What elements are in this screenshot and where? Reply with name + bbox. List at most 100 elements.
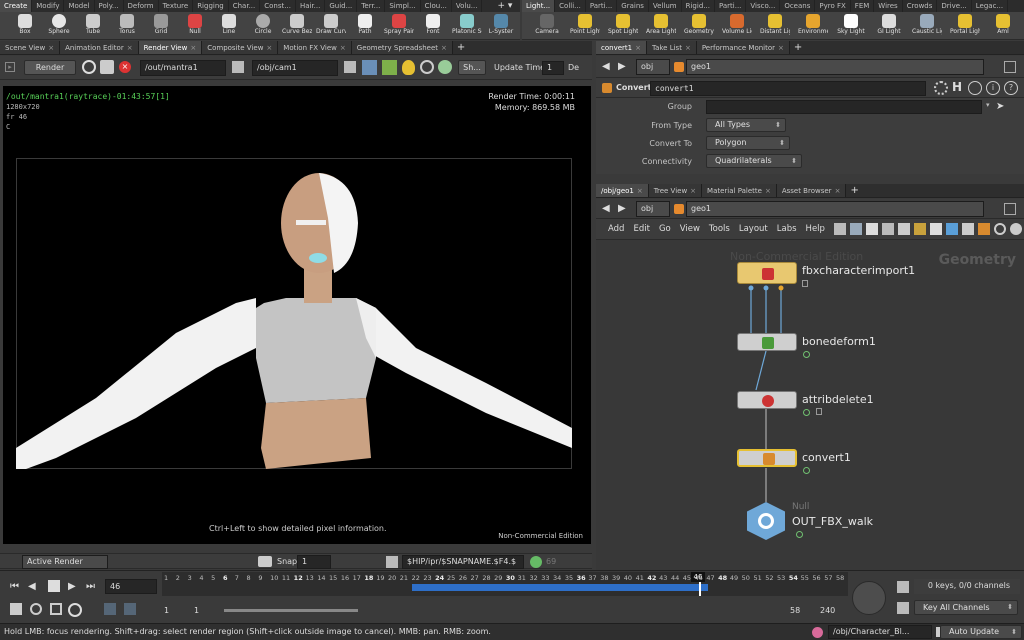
shading-menu[interactable]: Sh...: [458, 60, 486, 75]
add-tab-icon[interactable]: +: [790, 41, 806, 54]
network-menu-tools[interactable]: Tools: [709, 224, 730, 234]
shelf-tab-rigging[interactable]: Rigging: [193, 0, 229, 12]
node-name-field[interactable]: convert1: [650, 81, 926, 96]
tab-close-icon[interactable]: ×: [190, 44, 196, 52]
key-all-channels-menu[interactable]: Key All Channels ⬍: [914, 600, 1018, 615]
jump-start-icon[interactable]: ⏮: [10, 581, 19, 592]
camera-select-icon[interactable]: [344, 61, 356, 73]
key-prev-icon[interactable]: [104, 603, 116, 615]
shelf-tab-create[interactable]: Create: [0, 0, 33, 12]
tab-close-icon[interactable]: ×: [340, 44, 346, 52]
active-render-menu[interactable]: Active Render: [22, 555, 108, 569]
tab-animation-editor[interactable]: Animation Editor ×: [60, 41, 139, 54]
shelf-tool-distant-light[interactable]: Distant Light: [760, 12, 790, 39]
tab-render-view[interactable]: Render View ×: [138, 41, 203, 54]
shelf-tab-rigid[interactable]: Rigid...: [682, 0, 715, 12]
play-reverse-icon[interactable]: ◀: [28, 581, 36, 592]
node-bonedeform1[interactable]: [737, 333, 797, 351]
pin-icon[interactable]: ▸: [5, 62, 15, 72]
zoom-icon[interactable]: [420, 60, 434, 74]
snap-number-icon[interactable]: [530, 556, 542, 568]
shelf-tool-spot-light[interactable]: Spot Light: [608, 12, 638, 39]
key-mode-icon[interactable]: [897, 602, 909, 614]
shelf-tool-grid[interactable]: Grid: [146, 12, 176, 39]
shelf-tab-crowds[interactable]: Crowds: [903, 0, 938, 12]
brain-icon[interactable]: [812, 627, 823, 638]
snap-field[interactable]: 1: [297, 555, 331, 569]
shelf-tab-deform[interactable]: Deform: [124, 0, 159, 12]
search-params-icon[interactable]: [968, 81, 982, 95]
shelf-tool-camera[interactable]: Camera: [532, 12, 562, 39]
render-viewport[interactable]: /out/mantra1(raytrace)-01:43:57[1] 1280x…: [3, 86, 591, 544]
shelf-tab-legac[interactable]: Legac...: [972, 0, 1009, 12]
audio-icon[interactable]: [30, 603, 42, 615]
network-search-icon[interactable]: [994, 223, 1006, 235]
network-menu-go[interactable]: Go: [659, 224, 671, 234]
camera-field[interactable]: /obj/cam1: [252, 60, 338, 76]
color-palette-icon[interactable]: [898, 223, 910, 235]
eye-icon[interactable]: [1010, 223, 1022, 235]
range-end-visible[interactable]: 58: [790, 606, 800, 615]
network-path-obj[interactable]: obj: [636, 201, 670, 217]
tab-close-icon[interactable]: ×: [266, 44, 272, 52]
tab-obj-geo1[interactable]: /obj/geo1 ×: [596, 184, 649, 197]
shelf-tool-l-syster[interactable]: L-Syster: [486, 12, 516, 39]
shelf-tool-font[interactable]: Font: [418, 12, 448, 39]
key-dial-icon[interactable]: [852, 581, 886, 615]
shelf-tool-null[interactable]: Null: [180, 12, 210, 39]
tab-close-icon[interactable]: ×: [127, 44, 133, 52]
shelf-tool-portal-light[interactable]: Portal Light: [950, 12, 980, 39]
group-dropdown-icon[interactable]: ▾: [986, 101, 990, 109]
network-menu-layout[interactable]: Layout: [739, 224, 768, 234]
auto-update-menu[interactable]: Auto Update ⬍: [940, 625, 1022, 639]
shelf-tab-texture[interactable]: Texture: [159, 0, 194, 12]
image-icon[interactable]: [946, 223, 958, 235]
tab-tree-view[interactable]: Tree View ×: [648, 184, 703, 197]
range-slider[interactable]: [224, 609, 358, 612]
shelf-tool-spray-paint[interactable]: Spray Paint: [384, 12, 414, 39]
shelf-tool-path[interactable]: Path: [350, 12, 380, 39]
network-box-icon[interactable]: [962, 223, 974, 235]
tab-performance-monitor[interactable]: Performance Monitor ×: [696, 41, 790, 54]
shelf-tool-curve-bezier[interactable]: Curve Bezier: [282, 12, 312, 39]
from-type-menu[interactable]: All Types ⬍: [706, 118, 786, 132]
output-driver-field[interactable]: /out/mantra1: [140, 60, 226, 76]
range-end[interactable]: 240: [820, 606, 835, 615]
shelf-tool-tube[interactable]: Tube: [78, 12, 108, 39]
wrench-icon[interactable]: [834, 223, 846, 235]
layout-icon[interactable]: [882, 223, 894, 235]
shelf-tool-box[interactable]: Box: [10, 12, 40, 39]
shelf-tab-hair[interactable]: Hair...: [296, 0, 326, 12]
tab-convert1[interactable]: convert1 ×: [596, 41, 647, 54]
network-pin-icon[interactable]: [1004, 203, 1016, 215]
shelf-tab-vellum[interactable]: Vellum: [649, 0, 682, 12]
node-flag-icon[interactable]: [803, 409, 810, 416]
shelf-tab-parti[interactable]: Parti...: [715, 0, 747, 12]
tab-close-icon[interactable]: ×: [637, 187, 643, 195]
path-geo[interactable]: geo1: [686, 59, 984, 75]
tab-close-icon[interactable]: ×: [635, 44, 641, 52]
shelf-tab-wires[interactable]: Wires: [874, 0, 903, 12]
shelf-tab-fem[interactable]: FEM: [851, 0, 875, 12]
shelf-tool-sphere[interactable]: Sphere: [44, 12, 74, 39]
shelf-tab-modify[interactable]: Modify: [32, 0, 65, 12]
network-menu-edit[interactable]: Edit: [633, 224, 649, 234]
shelf-tool-geometry-light[interactable]: Geometry Light: [684, 12, 714, 39]
gear-icon[interactable]: [934, 81, 948, 95]
node-flag-icon[interactable]: [803, 467, 810, 474]
shelf-tool-volume-light[interactable]: Volume Light: [722, 12, 752, 39]
grid-toggle-icon[interactable]: [866, 223, 878, 235]
shelf-tab-char[interactable]: Char...: [229, 0, 261, 12]
shelf-tab-terr[interactable]: Terr...: [357, 0, 386, 12]
channel-list-icon[interactable]: [897, 581, 909, 593]
stop-playback-icon[interactable]: [48, 580, 60, 592]
tab-close-icon[interactable]: ×: [835, 187, 841, 195]
render-button[interactable]: Render: [24, 60, 76, 75]
loop-icon[interactable]: [50, 603, 62, 615]
tab-asset-browser[interactable]: Asset Browser ×: [776, 184, 847, 197]
tab-close-icon[interactable]: ×: [685, 44, 691, 52]
jump-end-icon[interactable]: ⏭: [86, 581, 95, 592]
pause-icon[interactable]: [100, 60, 114, 74]
range-start[interactable]: 1: [164, 606, 169, 615]
shelf-tab-guid[interactable]: Guid...: [325, 0, 358, 12]
